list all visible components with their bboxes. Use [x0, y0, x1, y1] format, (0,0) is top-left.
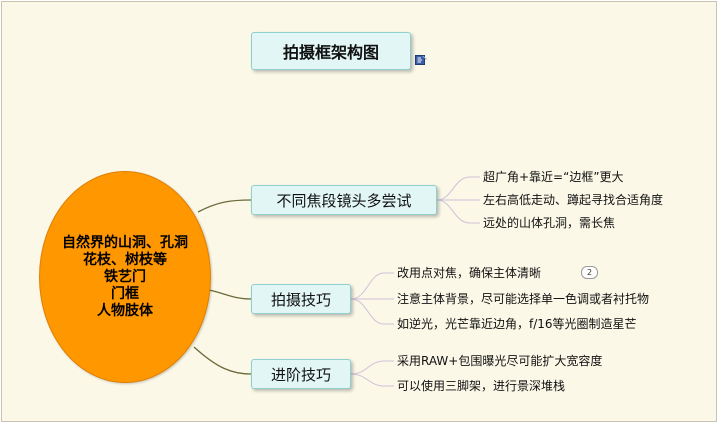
connector-root-branch-3 [193, 346, 252, 375]
subtopic-backlight-starburst[interactable]: 如逆光，光芒靠近边角，f/16等光圈制造星芒 [397, 316, 637, 332]
topic-advanced-tips[interactable]: 进阶技巧 [251, 359, 351, 389]
subtopic-point-focus[interactable]: 改用点对焦，确保主体清晰 [397, 265, 541, 281]
connector-root-branch-1 [197, 199, 252, 213]
connector-leaf-3-2 [350, 373, 394, 387]
connector-leaf-2-3 [350, 298, 394, 325]
subtopic-count-badge[interactable]: 2 [581, 266, 598, 279]
subtopic-background[interactable]: 注意主体背景，尽可能选择单一色调或者衬托物 [397, 291, 649, 307]
topic-shooting-tips[interactable]: 拍摄技巧 [251, 284, 351, 314]
subtopic-move-around[interactable]: 左右高低走动、蹲起寻找合适角度 [483, 192, 663, 208]
mindmap-canvas: 拍摄框架构图 自然界的山洞、孔洞 花枝、树枝等 铁艺门 门框 人物肢体 不同焦段… [1, 1, 717, 422]
central-topic-line: 门框 [111, 285, 139, 302]
subtopic-focus-stacking[interactable]: 可以使用三脚架，进行景深堆栈 [397, 378, 565, 394]
map-title[interactable]: 拍摄框架构图 [251, 32, 411, 70]
subtopic-telephoto[interactable]: 远处的山体孔洞，需长焦 [483, 215, 615, 231]
connector-leaf-1-1 [436, 176, 480, 201]
subtopic-ultra-wide[interactable]: 超广角+靠近=“边框”更大 [483, 169, 624, 185]
topic-focal-length[interactable]: 不同焦段镜头多尝试 [251, 185, 437, 215]
connector-leaf-3-1 [350, 360, 394, 375]
central-topic-line: 花枝、树枝等 [83, 251, 167, 268]
subtopic-raw-bracketing[interactable]: 采用RAW+包围曝光尽可能扩大宽容度 [397, 353, 602, 369]
note-icon[interactable] [415, 54, 427, 66]
connector-leaf-2-1 [350, 272, 394, 300]
connector-root-branch-2 [208, 289, 252, 300]
central-topic-line: 人物肢体 [97, 302, 153, 319]
connector-leaf-1-3 [436, 199, 480, 224]
central-topic-line: 铁艺门 [104, 268, 146, 285]
central-topic[interactable]: 自然界的山洞、孔洞 花枝、树枝等 铁艺门 门框 人物肢体 [39, 171, 211, 383]
central-topic-line: 自然界的山洞、孔洞 [62, 234, 188, 251]
